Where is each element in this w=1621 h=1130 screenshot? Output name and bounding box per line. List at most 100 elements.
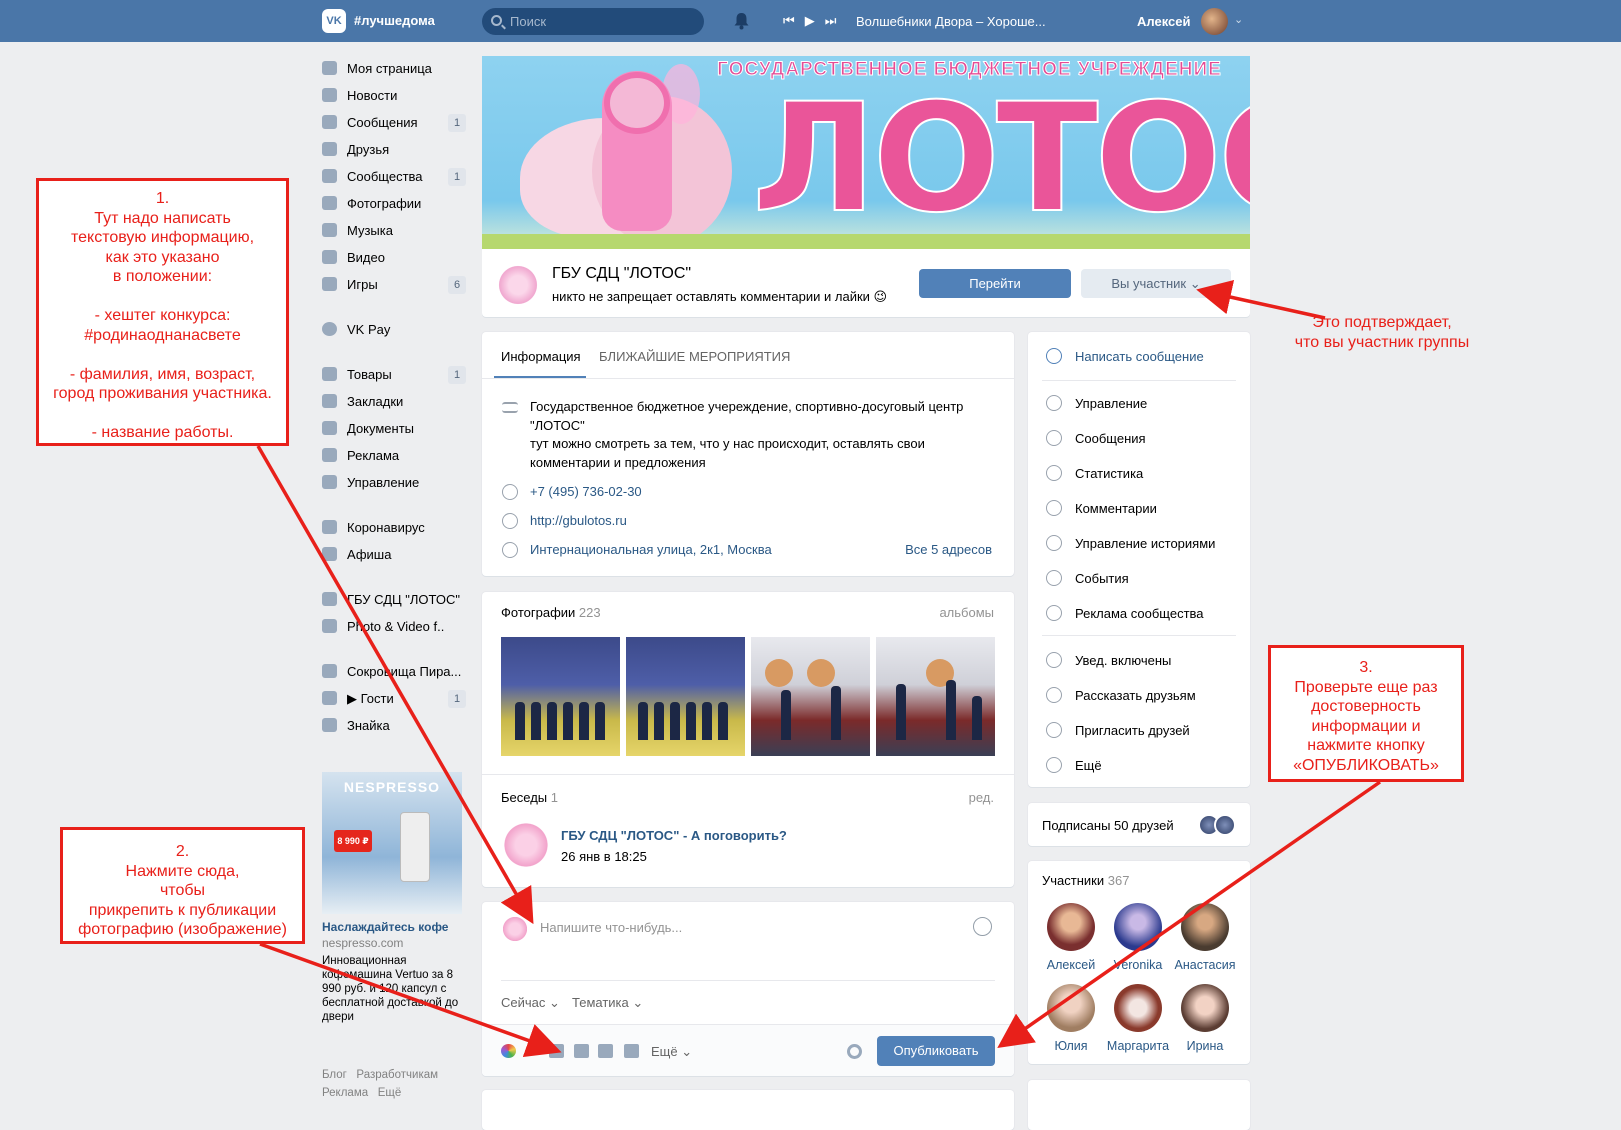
group-action-item[interactable]: Управление историями	[1028, 526, 1250, 561]
chat-title-link[interactable]: ГБУ СДЦ "ЛОТОС" - А поговорить?	[561, 828, 787, 843]
group-action-item[interactable]: Пригласить друзей	[1028, 713, 1250, 748]
menu-item[interactable]: Сообщества 1	[322, 166, 468, 193]
member-item[interactable]: Алексей	[1037, 903, 1105, 972]
menu-item[interactable]: Документы	[322, 418, 468, 445]
menu-item[interactable]: VK Pay	[322, 319, 468, 346]
prev-track-icon[interactable]: ⏮	[783, 13, 805, 28]
tab-info[interactable]: Информация	[501, 349, 581, 364]
current-track[interactable]: Волшебники Двора – Хороше...	[856, 14, 1046, 29]
group-action-item[interactable]: Комментарии	[1028, 491, 1250, 526]
more-attachments-button[interactable]: Ещё ⌄	[651, 1044, 692, 1060]
group-action-item[interactable]: Ещё	[1028, 748, 1250, 783]
chats-edit-link[interactable]: ред.	[969, 790, 994, 805]
emoji-icon[interactable]	[973, 917, 992, 936]
photo-thumbnail[interactable]	[876, 637, 995, 756]
video-icon[interactable]	[574, 1044, 589, 1058]
menu-item[interactable]: Игры 6	[322, 274, 468, 301]
group-avatar[interactable]	[496, 263, 540, 307]
group-actions-card: Написать сообщение Управление Сообщения Ста…	[1028, 332, 1250, 787]
menu-separator	[322, 643, 468, 661]
member-avatar	[1114, 903, 1162, 951]
post-time-select[interactable]: Сейчас ⌄	[501, 995, 560, 1011]
menu-item[interactable]: Управление	[322, 472, 468, 499]
member-item[interactable]: Маргарита	[1104, 984, 1172, 1053]
group-action-item[interactable]: Увед. включены	[1028, 643, 1250, 678]
site-link[interactable]: http://gbulotos.ru	[530, 513, 627, 528]
members-header[interactable]: Участники 367	[1042, 873, 1129, 888]
ad-text[interactable]: Инновационная кофемашина Vertuo за 8 990…	[322, 954, 470, 1024]
menu-item[interactable]: Сокровища Пира...	[322, 661, 468, 688]
menu-item[interactable]: Фотографии	[322, 193, 468, 220]
chats-header[interactable]: Беседы 1	[501, 790, 558, 805]
group-action-item[interactable]: Реклама сообщества	[1028, 596, 1250, 631]
photo-thumbnail[interactable]	[626, 637, 745, 756]
person-figure	[563, 702, 573, 740]
member-item[interactable]: Ирина	[1171, 984, 1239, 1053]
menu-item[interactable]: Закладки	[322, 391, 468, 418]
footer-links[interactable]: Блог Разработчикам Реклама Ещё	[322, 1066, 482, 1102]
chat-avatar[interactable]	[501, 820, 551, 870]
gear-icon[interactable]	[847, 1044, 862, 1059]
photo-thumbnail[interactable]	[751, 637, 870, 756]
member-button[interactable]: Вы участник ⌄	[1081, 269, 1231, 298]
photo-thumbnail[interactable]	[501, 637, 620, 756]
albums-link[interactable]: альбомы	[939, 605, 994, 620]
menu-item[interactable]: Коронавирус	[322, 517, 468, 544]
user-home-icon	[322, 61, 337, 75]
footer-links-row1[interactable]: Блог Разработчикам	[322, 1066, 482, 1084]
menu-item[interactable]: Знайка	[322, 715, 468, 742]
menu-item[interactable]: Реклама	[322, 445, 468, 472]
bell-icon[interactable]	[733, 12, 750, 30]
go-button[interactable]: Перейти	[919, 269, 1071, 298]
group-action-item[interactable]: Статистика	[1028, 456, 1250, 491]
vk-logo-icon[interactable]: VK	[322, 9, 346, 33]
chevron-down-icon[interactable]: ⌄	[1234, 13, 1243, 26]
friends-subscribed-card[interactable]: Подписаны 50 друзей	[1028, 803, 1250, 846]
camera-icon[interactable]	[549, 1044, 564, 1058]
menu-item[interactable]: ГБУ СДЦ "ЛОТОС"	[322, 589, 468, 616]
menu-item[interactable]: Моя страница	[322, 58, 468, 85]
members-title: Участники	[1042, 873, 1105, 888]
group-action-item[interactable]: Управление	[1028, 386, 1250, 421]
next-track-icon[interactable]: ⏭	[825, 13, 847, 28]
post-topic-select[interactable]: Тематика ⌄	[572, 995, 643, 1011]
member-item[interactable]: Юлия	[1037, 984, 1105, 1053]
member-avatar	[1181, 903, 1229, 951]
group-action-item[interactable]: Написать сообщение	[1028, 339, 1250, 374]
publish-button[interactable]: Опубликовать	[877, 1036, 995, 1066]
ad-title[interactable]: Наслаждайтесь кофе	[322, 920, 448, 934]
post-text-input[interactable]: Напишите что-нибудь...	[540, 920, 682, 935]
ad-domain[interactable]: nespresso.com	[322, 936, 403, 950]
ad-image[interactable]: NESPRESSO 8 990 ₽	[322, 772, 462, 914]
member-item[interactable]: Veronika	[1104, 903, 1172, 972]
play-icon[interactable]: ▶	[805, 13, 825, 28]
address-link[interactable]: Интернациональная улица, 2к1, Москва	[530, 542, 772, 557]
photos-header[interactable]: Фотографии 223	[501, 605, 601, 620]
menu-item[interactable]: Музыка	[322, 220, 468, 247]
menu-item[interactable]: Афиша	[322, 544, 468, 571]
hashtag-link[interactable]: #лучшедома	[354, 13, 435, 28]
menu-item[interactable]: ▶ Гости 1	[322, 688, 468, 715]
menu-item[interactable]: Photo & Video f..	[322, 616, 468, 643]
group-action-item[interactable]: Сообщения	[1028, 421, 1250, 456]
message-icon	[1046, 348, 1062, 364]
music-icon[interactable]	[598, 1044, 613, 1058]
menu-item[interactable]: Товары 1	[322, 364, 468, 391]
menu-item[interactable]: Видео	[322, 247, 468, 274]
user-name[interactable]: Алексей	[1137, 14, 1191, 29]
group-action-item[interactable]: Рассказать друзьям	[1028, 678, 1250, 713]
menu-item[interactable]: Новости	[322, 85, 468, 112]
user-avatar[interactable]	[1201, 8, 1228, 35]
footer-links-row2[interactable]: Реклама Ещё	[322, 1084, 482, 1102]
group-action-item[interactable]: События	[1028, 561, 1250, 596]
search-input[interactable]: Поиск	[482, 8, 704, 35]
article-icon[interactable]	[624, 1044, 639, 1058]
menu-item[interactable]: Сообщения 1	[322, 112, 468, 139]
menu-item[interactable]: Друзья	[322, 139, 468, 166]
art-palette-icon[interactable]	[501, 1044, 516, 1058]
phone-link[interactable]: +7 (495) 736-02-30	[530, 484, 642, 499]
tab-events[interactable]: БЛИЖАЙШИЕ МЕРОПРИЯТИЯ	[599, 349, 790, 364]
member-item[interactable]: Анастасия	[1171, 903, 1239, 972]
player-controls[interactable]: ⏮▶⏭	[783, 13, 846, 29]
all-addresses-link[interactable]: Все 5 адресов	[905, 542, 992, 557]
